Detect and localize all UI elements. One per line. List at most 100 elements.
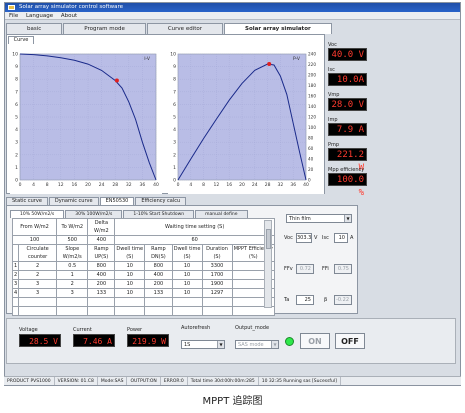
y2-tick-label: 160 [308,94,316,99]
tab-en50530[interactable]: EN50530 [99,197,135,205]
main-tabs: basic Program mode Curve editor Solar ar… [6,23,333,34]
table-row: 2 2 1 400 10 400 10 1700 [11,270,275,280]
ffv-input[interactable]: 0.72 [296,264,314,274]
y-tick-label: 3 [15,140,18,146]
tab-10pct-50w[interactable]: 10% 50W/m2/s [10,210,65,218]
table-cell[interactable]: 2 [18,270,58,280]
table-cell[interactable]: 60 [114,235,275,245]
tab-efficiency-calc[interactable]: Efficiency calcu [135,197,187,205]
isc-input[interactable]: 10 [334,233,348,243]
table-cell[interactable]: 10 [114,261,146,271]
table-cell[interactable]: 2 [18,261,58,271]
table-cell[interactable]: 10 [114,270,146,280]
tab-solar-array-simulator[interactable]: Solar array simulator [224,23,332,34]
voltage-label: Voltage [19,327,38,333]
y-tick-label: 0 [15,178,18,184]
scrollbar-thumb[interactable] [266,229,271,249]
vmp-readout: 28.0 V [328,98,367,111]
y-tick-label: 5 [15,115,18,121]
x-tick-label: 36 [290,182,296,188]
off-button[interactable]: OFF [335,333,365,349]
table-cell[interactable]: 400 [87,235,116,245]
table-cell[interactable]: 10 [114,279,146,289]
voc-input[interactable]: 303.3 [296,233,312,243]
tab-curve[interactable]: Curve [8,36,34,44]
mpp-efficiency-label: Mpp efficiency [328,167,365,173]
app-icon [8,5,15,10]
y-tick-label: 1 [173,165,176,171]
table-cell: 400 [87,270,116,280]
table-cell[interactable]: 3 [56,288,89,298]
table-cell: 200 [144,279,173,289]
title-bar: Solar array simulator control software [5,3,460,12]
tab-program-mode[interactable]: Program mode [63,23,146,34]
x-tick-label: 16 [72,182,78,188]
tab-basic[interactable]: basic [6,23,63,34]
status-product: PRODUCT PVS1000 [4,377,55,385]
output-mode-value: SAS mode [238,342,264,348]
table-row: 1 2 0.5 800 10 800 10 3300 [11,261,275,271]
tab-static-curve[interactable]: Static curve [6,197,48,205]
x-tick-label: 24 [252,182,258,188]
iv-chart: 0 4 8 12 16 20 24 28 32 36 40 0 1 2 3 4 5 6 7 8 9 10 I-V [10,46,162,194]
ffi-input[interactable]: 0.75 [334,264,352,274]
table-cell[interactable]: 10 [171,270,203,280]
y2-tick-label: 240 [308,52,316,57]
x-tick-label: 36 [140,182,146,188]
ta-input[interactable]: 25 [296,295,314,305]
on-button[interactable]: ON [300,333,330,349]
module-type-select[interactable]: Thin film ▼ [286,214,352,223]
x-tick-label: 20 [85,182,91,188]
isc-readout: 10.0A [328,73,367,86]
table-cell: 1297 [201,288,233,298]
autorefresh-select[interactable]: 1S ▼ [181,340,225,349]
imp-readout: 7.9 A [328,123,367,136]
y-tick-label: 6 [15,102,18,108]
x-tick-label: 40 [153,182,159,188]
table-header-cell: Circulate counter [18,244,58,262]
beta-input[interactable]: -0.22 [334,295,352,305]
table-row: 4 3 3 133 10 133 10 1297 [11,288,275,298]
current-meter: Current 7.46 A [73,327,115,347]
chevron-down-icon[interactable]: ▼ [344,215,351,222]
table-cell[interactable]: 500 [56,235,89,245]
y2-tick-label: 200 [308,73,316,78]
readout-panel: Voc 40.0 V Isc 10.0A Vmp 28.0 V Imp 7.9 … [328,42,368,198]
isc-unit: A [350,235,354,241]
y-tick-label: 4 [15,127,18,133]
tab-start-shutdown[interactable]: 1-10% Start Shutdown [123,210,195,218]
table-cell: 800 [144,261,173,271]
x-tick-label: 12 [58,182,64,188]
table-cell[interactable]: 100 [11,235,58,245]
x-tick-label: 0 [19,182,22,188]
tab-curve-editor[interactable]: Curve editor [146,23,224,34]
table-cell[interactable]: 10 [171,288,203,298]
y-tick-label: 10 [12,52,18,58]
table-cell[interactable]: 3 [18,288,58,298]
output-mode-select[interactable]: SAS mode ▼ [235,340,279,349]
table-scrollbar[interactable] [264,220,272,308]
menu-about[interactable]: About [61,13,77,19]
table-cell[interactable]: 3 [18,279,58,289]
chevron-down-icon[interactable]: ▼ [217,341,224,348]
menu-language[interactable]: Language [26,13,53,19]
table-cell[interactable]: 10 [114,288,146,298]
tab-manual-define[interactable]: manual define [195,210,248,218]
table-header-cell: From W/m2 [11,218,58,236]
chevron-down-icon[interactable]: ▼ [271,341,278,348]
y-tick-label: 6 [173,102,176,108]
table-cell[interactable]: 0.5 [56,261,89,271]
tab-dynamic-curve[interactable]: Dynamic curve [48,197,99,205]
beta-label: β [324,297,328,303]
table-cell[interactable]: 10 [171,279,203,289]
x-tick-label: 20 [239,182,245,188]
table-cell[interactable]: 2 [56,279,89,289]
menu-file[interactable]: File [9,13,18,19]
x-tick-label: 4 [32,182,35,188]
output-mode-label: Output_mode [235,325,270,331]
table-cell[interactable]: 1 [56,270,89,280]
tab-30pct-100w[interactable]: 30% 100W/m2/s [65,210,123,218]
status-total-time: Total time 30d:00h:00m:285 [188,377,259,385]
iv-chart-svg: 0 4 8 12 16 20 24 28 32 36 40012345678910I-V [12,52,159,189]
table-cell[interactable]: 10 [171,261,203,271]
